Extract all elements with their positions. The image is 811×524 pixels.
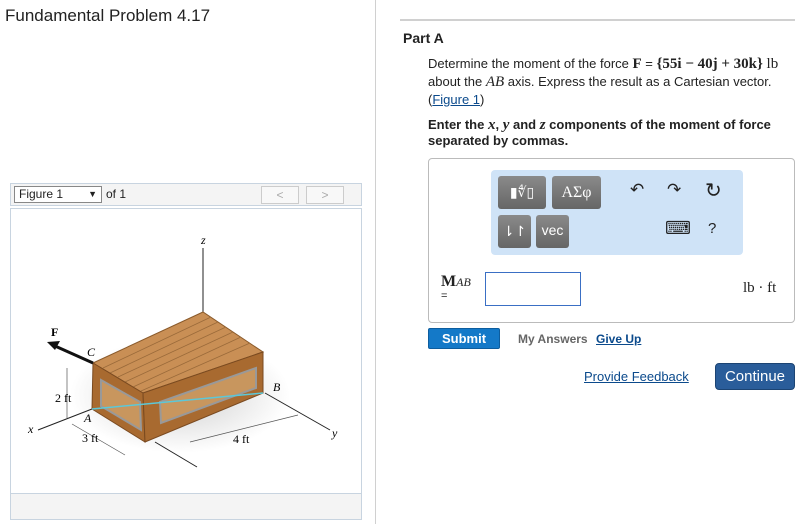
provide-feedback-link[interactable]: Provide Feedback [584,369,689,384]
divider [400,19,795,21]
figure-link[interactable]: Figure 1 [432,92,480,107]
keyboard-icon[interactable]: ⌨ [665,218,691,239]
height-dim: 2 ft [55,391,72,405]
length-dim: 4 ft [233,432,250,446]
instructions: Enter the x, y and z components of the m… [428,117,771,148]
reset-icon[interactable]: ↻ [705,178,722,203]
subscript-button[interactable]: ⇂↾ [498,215,531,248]
z-label: z [200,233,206,247]
question-text: Determine the moment of the force F = {5… [428,56,779,107]
answer-label: MAB [441,273,471,290]
x-label: x [27,422,34,436]
panel-divider[interactable] [375,0,376,524]
my-answers-label: My Answers [518,332,588,346]
c-label: C [87,345,96,359]
redo-icon[interactable]: ↷ [667,180,681,200]
continue-button[interactable]: Continue [715,363,795,390]
submit-button[interactable]: Submit [428,328,500,349]
unit-label: lb · ft [743,280,777,296]
vector-button[interactable]: vec [536,215,569,248]
help-icon[interactable]: ? [708,220,716,237]
width-dim: 3 ft [82,431,99,445]
page-title: Fundamental Problem 4.17 [5,6,211,25]
b-label: B [273,380,281,394]
a-label: A [83,411,92,425]
figure-footer [10,494,362,520]
y-label: y [331,426,338,440]
math-toolbar: ▮∜▯ ΑΣφ ⇂↾ vec ↶ ↷ ↻ ⌨ ? [491,170,743,255]
undo-icon[interactable]: ↶ [630,180,644,200]
f-label: F [51,325,58,339]
answer-input[interactable] [485,272,581,306]
templates-button[interactable]: ▮∜▯ [498,176,546,209]
give-up-link[interactable]: Give Up [596,332,641,346]
crate-figure: z x y F C A B 2 ft 3 ft 4 ft [27,233,338,468]
part-title: Part A [403,30,444,46]
greek-button[interactable]: ΑΣφ [552,176,601,209]
answer-box: ▮∜▯ ΑΣφ ⇂↾ vec ↶ ↷ ↻ ⌨ ? MAB = lb · ft [428,158,795,323]
equals-sign: = [441,290,448,302]
